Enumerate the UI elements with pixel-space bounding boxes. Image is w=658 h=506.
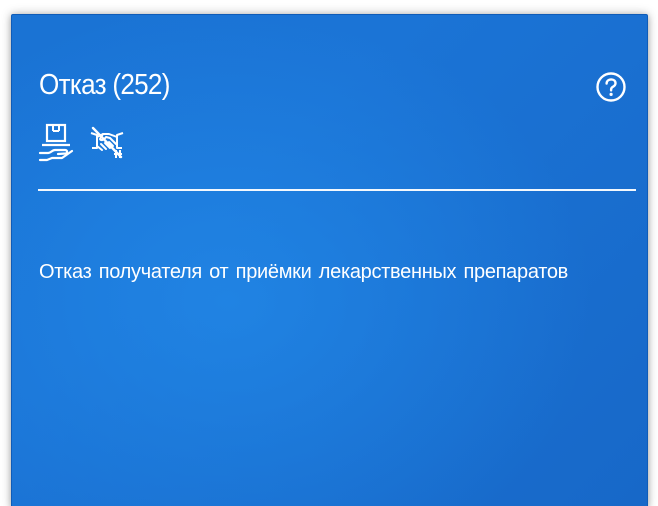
help-button[interactable]	[595, 71, 627, 103]
hand-box-icon	[38, 123, 74, 163]
document-type-card[interactable]: Отказ (252) Отказ получателя от приёмки …	[11, 14, 648, 506]
card-description: Отказ получателя от приёмки лекарственны…	[39, 261, 569, 283]
question-circle-icon	[596, 72, 626, 102]
card-icons	[38, 123, 126, 163]
divider	[38, 189, 636, 191]
card-title: Отказ (252)	[39, 69, 170, 101]
page: Отказ (252) Отказ получателя от приёмки …	[0, 0, 658, 506]
crossed-handshake-icon	[88, 124, 126, 162]
